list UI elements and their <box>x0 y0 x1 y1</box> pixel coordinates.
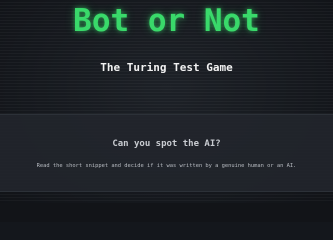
intro-description: Read the short snippet and decide if it … <box>36 163 297 169</box>
intro-panel: Can you spot the AI? Read the short snip… <box>0 114 333 192</box>
game-subtitle: The Turing Test Game <box>100 61 233 74</box>
game-screen: Bot or Not The Turing Test Game Can you … <box>0 0 333 222</box>
game-title: Bot or Not <box>73 3 260 39</box>
footer-strip <box>0 203 333 222</box>
intro-heading: Can you spot the AI? <box>112 139 221 149</box>
